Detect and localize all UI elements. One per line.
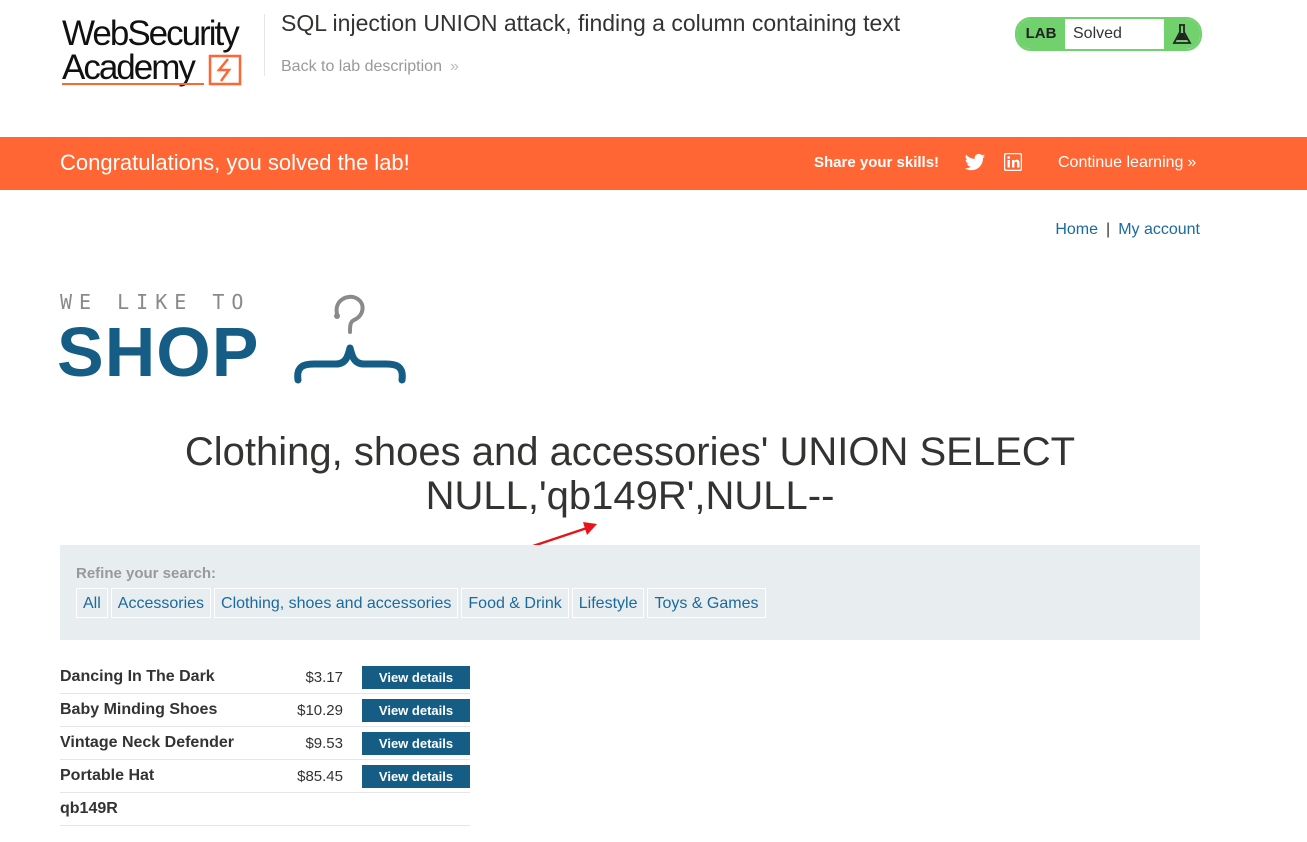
category-filter-food-drink[interactable]: Food & Drink (461, 588, 569, 618)
table-row: Vintage Neck Defender $9.53 View details (60, 727, 470, 760)
table-row: Baby Minding Shoes $10.29 View details (60, 694, 470, 727)
product-name: Vintage Neck Defender (60, 734, 234, 751)
continue-learning-label: Continue learning (1058, 154, 1184, 171)
double-chevron-right-icon: » (449, 58, 459, 75)
my-account-link[interactable]: My account (1118, 221, 1200, 238)
back-link-label: Back to lab description (281, 58, 442, 75)
table-row: Dancing In The Dark $3.17 View details (60, 661, 470, 694)
product-table: Dancing In The Dark $3.17 View details B… (60, 661, 470, 826)
table-row-injected: qb149R (60, 793, 470, 826)
web-security-academy-logo[interactable]: WebSecurity Academy (62, 14, 262, 88)
product-price: $3.17 (305, 669, 343, 686)
logo-bolt-icon (208, 54, 242, 86)
lab-status-widget: LAB Solved (1015, 17, 1202, 51)
category-filter-clothing[interactable]: Clothing, shoes and accessories (214, 588, 459, 618)
shop-logo: WE LIKE TO SHOP (57, 290, 420, 391)
lab-status-text: Solved (1073, 25, 1122, 42)
view-details-button[interactable]: View details (362, 765, 470, 788)
view-details-button[interactable]: View details (362, 666, 470, 689)
product-name: Baby Minding Shoes (60, 701, 218, 718)
lab-title: SQL injection UNION attack, finding a co… (281, 10, 901, 36)
category-filter-lifestyle[interactable]: Lifestyle (571, 588, 645, 618)
view-details-button[interactable]: View details (362, 699, 470, 722)
category-filter-all[interactable]: All (76, 588, 108, 618)
congratulations-message: Congratulations, you solved the lab! (60, 150, 410, 175)
product-price: $9.53 (305, 735, 343, 752)
hanger-icon (294, 294, 406, 384)
view-details-button[interactable]: View details (362, 732, 470, 755)
category-filter-toys-games[interactable]: Toys & Games (647, 588, 766, 618)
logo-line-1: WebSecurity (62, 14, 240, 53)
table-row: Portable Hat $85.45 View details (60, 760, 470, 793)
refine-search-label: Refine your search: (76, 565, 217, 582)
product-name: Portable Hat (60, 767, 155, 784)
search-results-heading: Clothing, shoes and accessories' UNION S… (184, 430, 1076, 518)
shop-name: SHOP (57, 313, 260, 391)
shop-tagline: WE LIKE TO (60, 290, 251, 314)
product-name: qb149R (60, 800, 118, 817)
lab-badge: LAB (1017, 19, 1065, 49)
twitter-icon[interactable] (964, 153, 986, 173)
nav-separator: | (1106, 221, 1111, 238)
category-filter-accessories[interactable]: Accessories (110, 588, 212, 618)
filter-panel: Refine your search: All Accessories Clot… (60, 545, 1200, 640)
home-link[interactable]: Home (1055, 221, 1098, 238)
product-price: $85.45 (297, 768, 343, 785)
header-divider (264, 14, 265, 76)
linkedin-icon[interactable] (1004, 153, 1022, 171)
product-name: Dancing In The Dark (60, 668, 215, 685)
back-to-description-link[interactable]: Back to lab description » (281, 58, 459, 76)
product-price: $10.29 (297, 702, 343, 719)
flask-icon (1164, 19, 1200, 49)
academy-header: WebSecurity Academy SQL injection UNION … (0, 0, 1307, 137)
logo-line-2: Academy (62, 48, 196, 87)
logo-underline (62, 83, 204, 85)
double-chevron-right-icon: » (1187, 154, 1197, 171)
share-skills-label: Share your skills! (814, 154, 940, 171)
congratulations-banner: Congratulations, you solved the lab! Sha… (0, 137, 1307, 190)
continue-learning-link[interactable]: Continue learning» (1058, 154, 1196, 172)
shop-top-nav: Home | My account (1055, 221, 1200, 239)
category-filters: All Accessories Clothing, shoes and acce… (76, 588, 769, 618)
